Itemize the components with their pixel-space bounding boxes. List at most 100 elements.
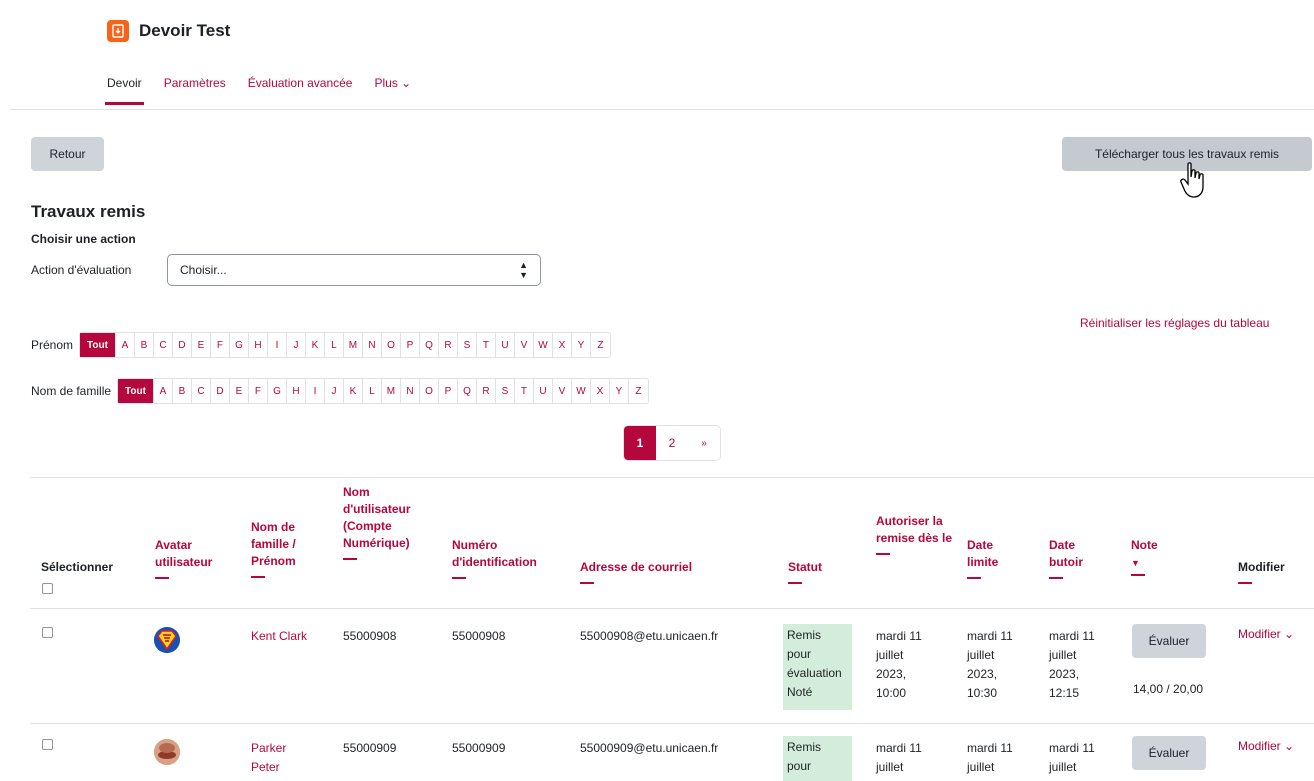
idnumber-cell: 55000908 xyxy=(452,629,506,643)
row-select-checkbox[interactable] xyxy=(42,739,53,750)
initial-x[interactable]: X xyxy=(591,379,610,403)
initial-f[interactable]: F xyxy=(211,333,230,357)
initial-g[interactable]: G xyxy=(230,333,249,357)
initial-z[interactable]: Z xyxy=(629,379,648,403)
lastname-initials-bar: Tout ABCDEFGHIJKLMNOPQRSTUVWXYZ xyxy=(117,378,649,404)
initial-o[interactable]: O xyxy=(420,379,439,403)
next-page-link[interactable]: » xyxy=(688,426,720,460)
initial-w[interactable]: W xyxy=(572,379,591,403)
initial-j[interactable]: J xyxy=(287,333,306,357)
initial-all[interactable]: Tout xyxy=(118,379,154,403)
choose-action-heading: Choisir une action xyxy=(31,232,136,246)
initial-j[interactable]: J xyxy=(325,379,344,403)
initial-l[interactable]: L xyxy=(363,379,382,403)
initial-g[interactable]: G xyxy=(268,379,287,403)
reset-table-preferences-link[interactable]: Réinitialiser les réglages du tableau xyxy=(1080,316,1269,330)
initial-t[interactable]: T xyxy=(515,379,534,403)
page-2[interactable]: 2 xyxy=(656,426,688,460)
firstname-initials-filter: Prénom Tout ABCDEFGHIJKLMNOPQRSTUVWXYZ xyxy=(31,332,611,358)
select-all-checkbox[interactable] xyxy=(42,583,53,594)
initial-h[interactable]: H xyxy=(249,333,268,357)
initial-b[interactable]: B xyxy=(135,333,154,357)
page-1[interactable]: 1 xyxy=(624,426,656,460)
user-fullname-link[interactable]: Parker Peter xyxy=(251,739,311,777)
initial-r[interactable]: R xyxy=(439,333,458,357)
initial-q[interactable]: Q xyxy=(420,333,439,357)
initial-v[interactable]: V xyxy=(515,333,534,357)
tab-evaluation-avancee[interactable]: Évaluation avancée xyxy=(248,76,353,90)
header-edit: Modifier xyxy=(1238,559,1308,584)
initial-m[interactable]: M xyxy=(344,333,363,357)
tab-parametres[interactable]: Paramètres xyxy=(164,76,226,90)
initial-e[interactable]: E xyxy=(192,333,211,357)
initial-t[interactable]: T xyxy=(477,333,496,357)
initial-a[interactable]: A xyxy=(116,333,135,357)
initial-h[interactable]: H xyxy=(287,379,306,403)
header-allow-from[interactable]: Autoriser la remise dès le xyxy=(876,513,954,555)
user-avatar[interactable] xyxy=(154,739,180,765)
initial-u[interactable]: U xyxy=(534,379,553,403)
edit-menu[interactable]: Modifier ⌄ xyxy=(1238,739,1294,753)
header-due[interactable]: Date limite xyxy=(967,537,1017,579)
initial-l[interactable]: L xyxy=(325,333,344,357)
initial-v[interactable]: V xyxy=(553,379,572,403)
initial-all[interactable]: Tout xyxy=(80,333,116,357)
header-status[interactable]: Statut xyxy=(788,559,848,584)
header-avatar[interactable]: Avatar utilisateur xyxy=(155,537,235,579)
header-cutoff[interactable]: Date butoir xyxy=(1049,537,1099,579)
grade-button[interactable]: Évaluer xyxy=(1132,736,1206,770)
initial-p[interactable]: P xyxy=(439,379,458,403)
allow-from-cell: mardi 11 juillet 2023, 10:00 xyxy=(876,629,922,700)
initial-s[interactable]: S xyxy=(458,333,477,357)
initial-q[interactable]: Q xyxy=(458,379,477,403)
header-email[interactable]: Adresse de courriel xyxy=(580,559,740,584)
initial-k[interactable]: K xyxy=(344,379,363,403)
initial-i[interactable]: I xyxy=(268,333,287,357)
row-select-checkbox[interactable] xyxy=(42,627,53,638)
initial-n[interactable]: N xyxy=(401,379,420,403)
initial-f[interactable]: F xyxy=(249,379,268,403)
initial-e[interactable]: E xyxy=(230,379,249,403)
initial-i[interactable]: I xyxy=(306,379,325,403)
initial-b[interactable]: B xyxy=(173,379,192,403)
page-title: Devoir Test xyxy=(139,21,231,40)
user-avatar[interactable] xyxy=(154,627,180,653)
face-avatar-icon xyxy=(154,739,180,765)
initial-c[interactable]: C xyxy=(192,379,211,403)
initial-m[interactable]: M xyxy=(382,379,401,403)
initial-z[interactable]: Z xyxy=(591,333,610,357)
grading-action-select[interactable]: Choisir... ▲ ▼ xyxy=(167,254,541,286)
tab-devoir[interactable]: Devoir xyxy=(105,76,144,105)
hand-cursor-icon xyxy=(1180,162,1204,198)
tab-plus[interactable]: Plus ⌄ xyxy=(374,76,411,90)
initial-a[interactable]: A xyxy=(154,379,173,403)
initial-p[interactable]: P xyxy=(401,333,420,357)
initial-r[interactable]: R xyxy=(477,379,496,403)
initial-n[interactable]: N xyxy=(363,333,382,357)
initial-d[interactable]: D xyxy=(173,333,192,357)
back-button[interactable]: Retour xyxy=(31,137,104,171)
header-name[interactable]: Nom de famille / Prénom xyxy=(251,519,321,578)
initial-d[interactable]: D xyxy=(211,379,230,403)
header-grade[interactable]: Note ▼ xyxy=(1131,537,1181,576)
initial-u[interactable]: U xyxy=(496,333,515,357)
initial-x[interactable]: X xyxy=(553,333,572,357)
due-date-cell: mardi 11 juillet xyxy=(967,741,1013,774)
header-username[interactable]: Nom d'utilisateur (Compte Numérique) xyxy=(343,484,439,560)
initial-c[interactable]: C xyxy=(154,333,173,357)
initial-s[interactable]: S xyxy=(496,379,515,403)
superman-avatar-icon xyxy=(154,627,180,653)
section-title: Travaux remis xyxy=(31,202,146,221)
edit-menu[interactable]: Modifier ⌄ xyxy=(1238,627,1294,641)
grading-action-value: Choisir... xyxy=(180,263,227,277)
initial-y[interactable]: Y xyxy=(572,333,591,357)
initial-w[interactable]: W xyxy=(534,333,553,357)
status-cell: Remis pour xyxy=(783,736,852,781)
row-divider xyxy=(30,723,1314,724)
initial-k[interactable]: K xyxy=(306,333,325,357)
user-fullname-link[interactable]: Kent Clark xyxy=(251,627,307,646)
grade-button[interactable]: Évaluer xyxy=(1132,624,1206,658)
header-idnumber[interactable]: Numéro d'identification xyxy=(452,537,572,579)
initial-y[interactable]: Y xyxy=(610,379,629,403)
initial-o[interactable]: O xyxy=(382,333,401,357)
